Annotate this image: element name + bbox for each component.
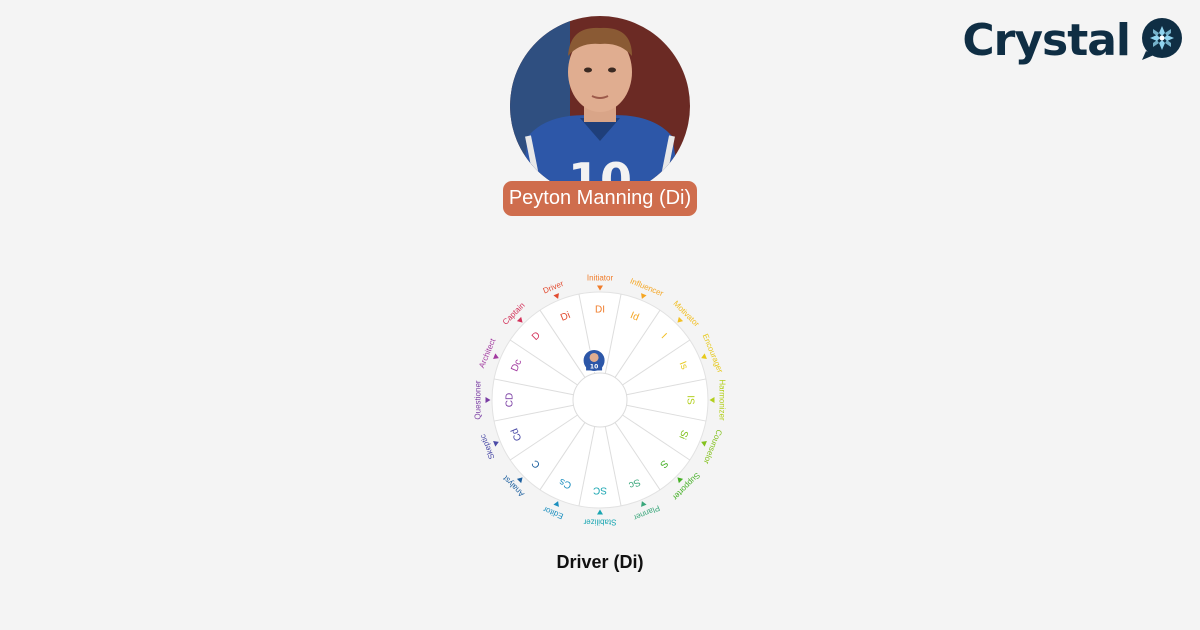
person-photo: 10 xyxy=(510,16,690,196)
wheel-segment-marker xyxy=(553,501,559,507)
svg-text:10: 10 xyxy=(590,363,598,370)
wheel-segment-marker xyxy=(641,293,647,299)
wheel-segment-name: Harmonizer xyxy=(718,379,727,421)
wheel-segment-marker xyxy=(701,441,707,447)
wheel-segment-code: IS xyxy=(685,395,696,405)
wheel-segment-name: Architect xyxy=(477,336,498,369)
disc-wheel: DI Initiator Id Influencer I Motivator Is Encou… xyxy=(470,270,730,530)
personality-type-label: Driver (Di) xyxy=(556,552,644,572)
profile-name-badge: Peyton Manning (Di) xyxy=(503,181,697,216)
wheel-segment-name: Editor xyxy=(542,504,565,520)
wheel-segment-marker xyxy=(597,285,603,291)
wheel-segment-name: Skeptic xyxy=(478,433,496,461)
wheel-segment-name: Stabilizer xyxy=(583,518,616,527)
wheel-segment-marker xyxy=(597,509,603,515)
current-type-avatar-marker: 10 xyxy=(582,348,606,372)
wheel-segment-code: SC xyxy=(593,485,607,496)
wheel-segment-name: Planner xyxy=(632,503,661,522)
crystal-logo[interactable]: Crystal xyxy=(962,15,1184,67)
wheel-segment-code: CD xyxy=(505,393,516,407)
wheel-segment-name: Questioner xyxy=(474,380,483,419)
wheel-center xyxy=(572,372,628,428)
wheel-segment-marker xyxy=(493,353,499,359)
wheel-segment-name: Encourager xyxy=(701,332,725,374)
wheel-segment-name: Analyst xyxy=(501,473,526,498)
wheel-segment-name: Influencer xyxy=(629,276,665,298)
wheel-segment-marker xyxy=(709,397,715,403)
wheel-segment-name: Initiator xyxy=(587,274,614,283)
wheel-segment-name: Counselor xyxy=(701,428,723,465)
wheel-segment-name: Driver xyxy=(542,279,565,296)
wheel-segment-marker xyxy=(553,293,559,299)
wheel-segment-marker xyxy=(701,353,707,359)
wheel-segment-marker xyxy=(641,501,647,507)
wheel-segment-code: DI xyxy=(595,305,605,316)
wheel-segment-name: Captain xyxy=(501,301,527,327)
brand-name: Crystal xyxy=(962,15,1131,66)
crystal-gem-icon xyxy=(1140,17,1184,66)
wheel-segment-marker xyxy=(493,441,499,447)
wheel-segment-marker xyxy=(485,397,491,403)
